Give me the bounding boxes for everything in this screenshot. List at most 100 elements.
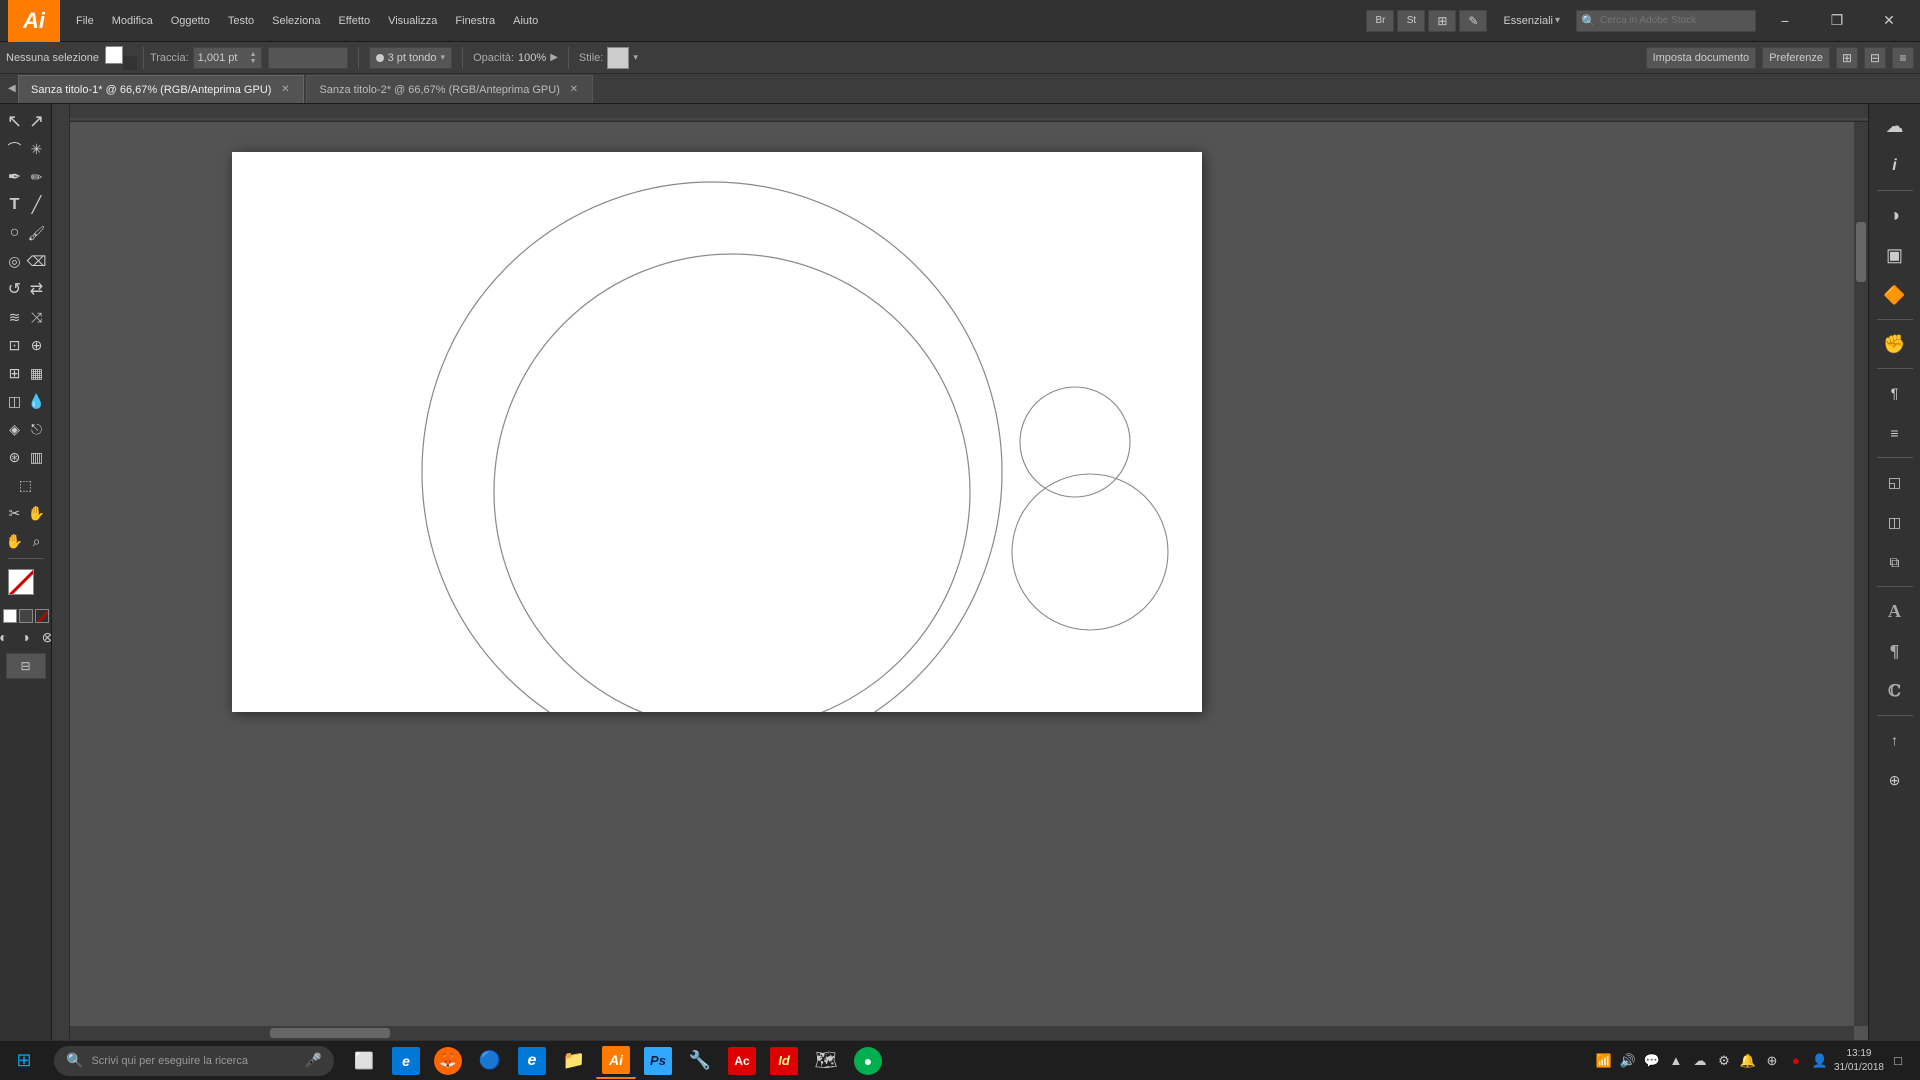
none-swatch[interactable] <box>35 609 49 623</box>
tabs-arrow-left[interactable]: ◀ <box>8 83 18 94</box>
start-button[interactable]: ⊞ <box>4 1043 44 1079</box>
search-stock-input[interactable] <box>1600 15 1740 26</box>
tab-1[interactable]: Sanza titolo-1* @ 66,67% (RGB/Anteprima … <box>18 75 304 103</box>
bridge-icon[interactable]: Br <box>1366 10 1394 32</box>
menu-effetto[interactable]: Effetto <box>330 11 378 31</box>
menu-seleziona[interactable]: Seleziona <box>264 11 328 31</box>
color-mode-icon[interactable]: ◐ <box>0 627 14 647</box>
stock-icon[interactable]: St <box>1397 10 1425 32</box>
blend-tool[interactable]: ◈ <box>4 416 26 442</box>
workspace-chevron-icon[interactable]: ▾ <box>1555 15 1560 26</box>
edge-btn[interactable]: e <box>512 1043 552 1079</box>
line-tool[interactable]: ╱ <box>26 192 48 218</box>
eraser-tool[interactable]: ⌫ <box>26 248 48 274</box>
preferenze-button[interactable]: Preferenze <box>1762 47 1830 69</box>
menu-visualizza[interactable]: Visualizza <box>380 11 445 31</box>
tab-2[interactable]: Sanza titolo-2* @ 66,67% (RGB/Anteprima … <box>306 75 592 103</box>
layout-icon[interactable]: ⊞ <box>1428 10 1456 32</box>
skype-icon[interactable]: 💬 <box>1642 1051 1662 1071</box>
green-app-btn[interactable]: ● <box>848 1043 888 1079</box>
minimize-button[interactable]: − <box>1762 6 1808 36</box>
menu-file[interactable]: File <box>68 11 102 31</box>
gray-swatch[interactable] <box>19 609 33 623</box>
large-inner-circle[interactable] <box>494 254 970 712</box>
traccia-stepper[interactable]: ▲▼ <box>250 51 257 65</box>
direct-selection-tool[interactable]: ↗ <box>26 108 48 134</box>
transform-btn[interactable]: ◱ <box>1873 464 1917 500</box>
free-transform-tool[interactable]: ⊡ <box>4 332 26 358</box>
firefox-btn[interactable]: 🦊 <box>428 1043 468 1079</box>
letter-a-btn[interactable]: A <box>1873 593 1917 629</box>
panel-toggle-icon[interactable]: ≡ <box>1892 47 1914 69</box>
traccia-input[interactable] <box>198 52 248 64</box>
pen-tool[interactable]: ✒ <box>4 164 26 190</box>
onedrive-icon[interactable]: ☁ <box>1690 1051 1710 1071</box>
stile-chevron[interactable]: ▾ <box>633 52 638 63</box>
horizontal-scroll-thumb[interactable] <box>270 1028 390 1038</box>
slice-tool[interactable]: ✂ <box>4 500 26 526</box>
info-btn[interactable]: i <box>1873 148 1917 184</box>
blob-brush[interactable]: ◎ <box>4 248 26 274</box>
tab-2-close[interactable]: ✕ <box>568 84 580 96</box>
explorer-btn[interactable]: 📁 <box>554 1043 594 1079</box>
extra-icon5[interactable]: 👤 <box>1810 1051 1830 1071</box>
extra-icon2[interactable]: 🔔 <box>1738 1051 1758 1071</box>
small-bottom-circle[interactable] <box>1012 474 1168 630</box>
warp-tool[interactable]: ≋ <box>4 304 26 330</box>
asset-export-btn[interactable]: 🔶 <box>1873 277 1917 313</box>
maps-btn[interactable]: 🗺 <box>806 1043 846 1079</box>
acrobat-btn[interactable]: Ac <box>722 1043 762 1079</box>
vertical-scrollbar[interactable] <box>1854 122 1868 1026</box>
hand-tool[interactable]: ✋ <box>26 500 48 526</box>
gradient-tool[interactable]: ◫ <box>4 388 26 414</box>
cloud-btn[interactable]: ☁ <box>1873 108 1917 144</box>
opacita-arrow-right[interactable]: ▶ <box>550 52 558 63</box>
export-btn[interactable]: ↑ <box>1873 722 1917 758</box>
close-button[interactable]: ✕ <box>1866 6 1912 36</box>
layers2-btn[interactable]: ⊕ <box>1873 762 1917 798</box>
column-graph[interactable]: ▥ <box>26 444 48 470</box>
small-top-circle[interactable] <box>1020 387 1130 497</box>
extra-icon4[interactable]: ● <box>1786 1051 1806 1071</box>
pencil-tool2[interactable]: ✏ <box>26 164 48 190</box>
ie-btn[interactable]: e <box>386 1043 426 1079</box>
filezilla-btn[interactable]: 🔧 <box>680 1043 720 1079</box>
eyedropper-tool[interactable]: 💧 <box>26 388 48 414</box>
vertical-scroll-thumb[interactable] <box>1856 222 1866 282</box>
menu-oggetto[interactable]: Oggetto <box>163 11 218 31</box>
chart-tool[interactable]: ▦ <box>26 360 48 386</box>
hand-tool2[interactable]: ✋ <box>4 528 26 554</box>
feather-icon[interactable]: ✎ <box>1459 10 1487 32</box>
selection-tool[interactable]: ↖ <box>4 108 26 134</box>
perspective-grid-tool[interactable]: ⊞ <box>4 360 26 386</box>
pattern-mode-icon[interactable]: ⊗ <box>38 627 53 647</box>
task-view-btn[interactable]: ⬜ <box>344 1043 384 1079</box>
paragraph2-btn[interactable]: ¶ <box>1873 633 1917 669</box>
horizontal-scrollbar[interactable] <box>70 1026 1854 1040</box>
indesign-btn[interactable]: Id <box>764 1043 804 1079</box>
hand-right-btn[interactable]: ✊ <box>1873 326 1917 362</box>
menu-testo[interactable]: Testo <box>220 11 262 31</box>
network-icon[interactable]: 📶 <box>1594 1051 1614 1071</box>
photoshop-btn[interactable]: Ps <box>638 1043 678 1079</box>
system-clock[interactable]: 13:19 31/01/2018 <box>1834 1047 1884 1075</box>
imposta-documento-button[interactable]: Imposta documento <box>1646 47 1757 69</box>
paragraph-btn[interactable]: ¶ <box>1873 375 1917 411</box>
foreground-color-swatch[interactable] <box>8 569 34 595</box>
align-right-icon[interactable]: ⊟ <box>1864 47 1886 69</box>
volume-icon[interactable]: 🔊 <box>1618 1051 1638 1071</box>
menu-finestra[interactable]: Finestra <box>447 11 503 31</box>
restore-button[interactable]: ❐ <box>1814 6 1860 36</box>
arrow-up-icon[interactable]: ▲ <box>1666 1051 1686 1071</box>
text-tool[interactable]: T <box>4 192 26 218</box>
paintbrush-tool[interactable]: 🖌 <box>26 220 48 246</box>
shape-builder-tool[interactable]: ⊕ <box>26 332 48 358</box>
menu-modifica[interactable]: Modifica <box>104 11 161 31</box>
taskbar-search[interactable]: 🔍 Scrivi qui per eseguire la ricerca 🎤 <box>54 1046 334 1076</box>
arrange-icon[interactable]: ⊞ <box>1836 47 1858 69</box>
illustrator-taskbar-btn[interactable]: Ai <box>596 1043 636 1079</box>
gradient-mode-icon[interactable]: ◑ <box>16 627 36 647</box>
symbol-sprayer[interactable]: ⊛ <box>4 444 26 470</box>
large-outer-circle[interactable] <box>422 182 1002 712</box>
ellipse-tool[interactable]: ○ <box>4 220 26 246</box>
